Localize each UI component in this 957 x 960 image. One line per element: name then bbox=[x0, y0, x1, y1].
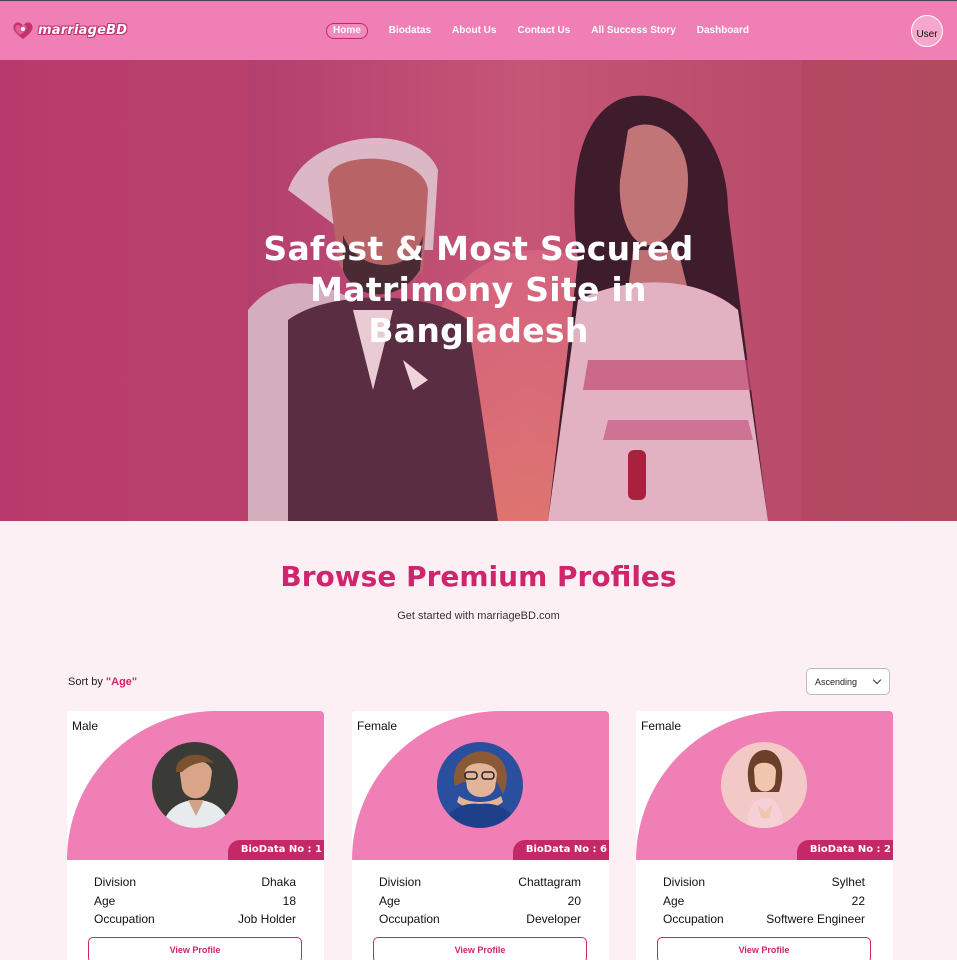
profile-info: Division Sylhet Age 22 Occupation Softwere … bbox=[663, 873, 865, 929]
nav-success-story[interactable]: All Success Story bbox=[591, 24, 675, 38]
sort-selected-value: Ascending bbox=[815, 676, 858, 687]
label-age: Age bbox=[379, 893, 401, 908]
profile-gender: Male bbox=[72, 719, 99, 733]
biodata-number-badge: BioData No : 2 bbox=[796, 840, 893, 860]
hero-title-line-3: Bangladesh bbox=[368, 311, 589, 350]
view-profile-button[interactable]: View Profile bbox=[373, 937, 587, 960]
hero-title-line-2: Matrimony Site in bbox=[310, 270, 647, 309]
brand-name: marriageBD bbox=[38, 22, 128, 38]
value-division: Sylhet bbox=[831, 875, 865, 889]
label-occupation: Occupation bbox=[663, 912, 724, 926]
view-profile-button[interactable]: View Profile bbox=[657, 937, 871, 960]
label-occupation: Occupation bbox=[379, 912, 440, 926]
info-row-occupation: Occupation Developer bbox=[379, 910, 581, 929]
profile-gender: Female bbox=[641, 719, 682, 733]
value-age: 22 bbox=[851, 893, 865, 908]
label-division: Division bbox=[663, 875, 706, 889]
hero-banner: Safest & Most Secured Matrimony Site in … bbox=[0, 60, 957, 521]
view-profile-button[interactable]: View Profile bbox=[88, 937, 302, 960]
info-row-occupation: Occupation Job Holder bbox=[94, 910, 296, 929]
biodata-number-badge: BioData No : 1 bbox=[227, 840, 324, 860]
info-row-division: Division Dhaka bbox=[94, 873, 296, 892]
nav-biodatas[interactable]: Biodatas bbox=[389, 24, 431, 38]
nav-dashboard[interactable]: Dashboard bbox=[697, 24, 749, 38]
sort-prefix: Sort by bbox=[68, 676, 106, 688]
biodata-number-badge: BioData No : 6 bbox=[512, 840, 609, 860]
sort-label: Sort by "Age" bbox=[68, 676, 137, 688]
label-age: Age bbox=[94, 893, 116, 908]
label-age: Age bbox=[663, 893, 685, 908]
hearts-logo-icon bbox=[13, 22, 33, 39]
user-avatar[interactable]: User bbox=[911, 15, 943, 47]
profile-card: Female BioData No : 2 Division Sylhet Age… bbox=[636, 711, 893, 960]
value-division: Chattagram bbox=[518, 875, 581, 889]
value-occupation: Softwere Engineer bbox=[766, 912, 865, 926]
sort-order-select[interactable]: Ascending bbox=[806, 668, 890, 695]
brand-logo-link[interactable]: marriageBD bbox=[11, 18, 127, 42]
label-occupation: Occupation bbox=[94, 912, 155, 926]
info-row-age: Age 18 bbox=[94, 892, 296, 911]
info-row-occupation: Occupation Softwere Engineer bbox=[663, 910, 865, 929]
nav-links: Home Biodatas About Us Contact Us All Su… bbox=[326, 23, 770, 39]
value-occupation: Developer bbox=[526, 912, 581, 926]
section-title: Browse Premium Profiles bbox=[280, 560, 677, 593]
info-row-division: Division Chattagram bbox=[379, 873, 581, 892]
hero-title-line-1: Safest & Most Secured bbox=[263, 229, 694, 268]
value-occupation: Job Holder bbox=[237, 912, 296, 926]
value-age: 18 bbox=[282, 893, 296, 908]
navbar: marriageBD Home Biodatas About Us Contac… bbox=[0, 0, 957, 60]
nav-contact-us[interactable]: Contact Us bbox=[517, 24, 570, 38]
profile-info: Division Dhaka Age 18 Occupation Job Holder bbox=[94, 873, 296, 929]
profile-photo bbox=[152, 742, 238, 828]
chevron-down-icon bbox=[872, 675, 882, 685]
info-row-age: Age 22 bbox=[663, 892, 865, 911]
nav-home[interactable]: Home bbox=[326, 23, 368, 39]
profile-card: Female BioData No : 6 Division Chattagram… bbox=[352, 711, 609, 960]
profile-card: Male BioData No : 1 Division Dhaka Age 18 … bbox=[67, 711, 324, 960]
avatar-alt-text: User bbox=[916, 28, 938, 40]
sort-key: "Age" bbox=[105, 676, 138, 688]
label-division: Division bbox=[379, 875, 422, 889]
nav-about-us[interactable]: About Us bbox=[452, 24, 496, 38]
section-subtitle: Get started with marriageBD.com bbox=[397, 610, 560, 622]
profile-photo bbox=[437, 742, 523, 828]
value-division: Dhaka bbox=[261, 875, 296, 889]
profile-info: Division Chattagram Age 20 Occupation Devel… bbox=[379, 873, 581, 929]
hero-headline: Safest & Most Secured Matrimony Site in … bbox=[260, 228, 697, 351]
profile-gender: Female bbox=[357, 719, 398, 733]
info-row-division: Division Sylhet bbox=[663, 873, 865, 892]
info-row-age: Age 20 bbox=[379, 892, 581, 911]
value-age: 20 bbox=[567, 893, 581, 908]
label-division: Division bbox=[94, 875, 137, 889]
profile-photo bbox=[721, 742, 807, 828]
